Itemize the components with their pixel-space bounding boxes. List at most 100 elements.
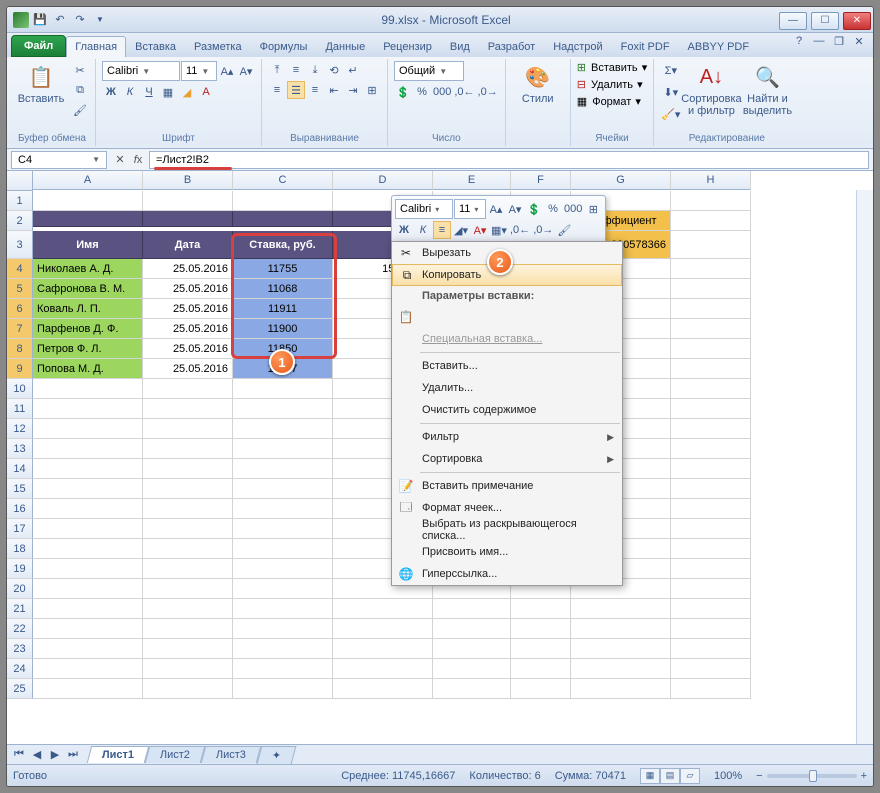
ctx-clear[interactable]: Очистить содержимое [392,399,622,421]
shrink-font-icon[interactable]: A▾ [237,62,255,80]
name-box[interactable]: C4▼ [11,151,107,169]
undo-icon[interactable]: ↶ [51,11,69,29]
fx-icon[interactable]: fx [129,151,147,169]
mdi-minimize[interactable]: — [811,35,827,48]
mini-comma-icon[interactable]: 000 [563,200,583,218]
fill-color-icon[interactable]: ◢ [178,83,196,101]
sheet-tab-3[interactable]: Лист3 [201,746,262,763]
merge-icon[interactable]: ⊞ [363,81,381,99]
ctx-delete[interactable]: Удалить... [392,377,622,399]
number-format-combo[interactable]: Общий▼ [394,61,464,81]
border-icon[interactable]: ▦ [159,83,177,101]
formula-input[interactable]: =Лист2!B2 [149,151,869,169]
align-bottom-icon[interactable]: ⤓ [306,61,324,79]
tab-layout[interactable]: Разметка [185,36,251,57]
orientation-icon[interactable]: ⟲ [325,61,343,79]
tab-foxit[interactable]: Foxit PDF [612,36,679,57]
sheet-tab-new[interactable]: ✦ [257,746,297,764]
format-painter-icon[interactable]: 🖌 [71,101,89,119]
tab-home[interactable]: Главная [66,36,126,57]
decrease-indent-icon[interactable]: ⇤ [325,81,343,99]
paste-button[interactable]: 📋 Вставить [15,61,67,107]
ctx-insert[interactable]: Вставить... [392,355,622,377]
tab-insert[interactable]: Вставка [126,36,185,57]
zoom-level[interactable]: 100% [714,770,742,782]
decrease-decimal-icon[interactable]: ,0→ [477,83,499,101]
ctx-dropdown[interactable]: Выбрать из раскрывающегося списка... [392,519,622,541]
underline-button[interactable]: Ч [140,83,158,101]
tab-nav-last[interactable]: ⏭ [65,748,81,761]
copy-icon[interactable]: ⧉ [71,81,89,99]
help-icon[interactable]: ? [791,35,807,48]
vertical-scrollbar[interactable] [856,190,873,744]
mini-size-combo[interactable]: 11▾ [454,199,486,219]
file-tab[interactable]: Файл [11,35,66,57]
styles-button[interactable]: 🎨 Стили [512,61,564,107]
tab-nav-first[interactable]: ⏮ [11,748,27,761]
mini-dec-inc-icon[interactable]: ,0← [509,221,531,239]
view-layout-icon[interactable]: ▤ [660,768,680,784]
mini-border-icon[interactable]: ▦▾ [490,221,508,239]
cancel-formula-icon[interactable]: ✕ [111,151,129,169]
mini-painter-icon[interactable]: 🖌 [555,221,573,239]
autosum-icon[interactable]: Σ▾ [660,61,681,79]
maximize-button[interactable]: ☐ [811,12,839,30]
clear-icon[interactable]: 🧹▾ [660,105,681,123]
mini-dec-dec-icon[interactable]: ,0→ [532,221,554,239]
align-left-icon[interactable]: ≡ [268,81,286,99]
sheet-tab-1[interactable]: Лист1 [87,746,150,763]
mini-percent-icon[interactable]: % [544,200,562,218]
currency-icon[interactable]: 💲 [394,83,412,101]
cut-icon[interactable]: ✂ [71,61,89,79]
ctx-filter[interactable]: Фильтр▶ [392,426,622,448]
align-top-icon[interactable]: ⤒ [268,61,286,79]
view-pagebreak-icon[interactable]: ▱ [680,768,700,784]
ctx-hyperlink[interactable]: 🌐Гиперссылка... [392,563,622,585]
redo-icon[interactable]: ↷ [71,11,89,29]
ctx-name[interactable]: Присвоить имя... [392,541,622,563]
ctx-comment[interactable]: 📝Вставить примечание [392,475,622,497]
mini-currency-icon[interactable]: 💲 [525,200,543,218]
tab-data[interactable]: Данные [316,36,374,57]
increase-decimal-icon[interactable]: ,0← [453,83,475,101]
bold-button[interactable]: Ж [102,83,120,101]
mini-center-icon[interactable]: ≡ [433,221,451,239]
view-normal-icon[interactable]: ▦ [640,768,660,784]
tab-formulas[interactable]: Формулы [251,36,317,57]
comma-icon[interactable]: 000 [432,83,452,101]
tab-addins[interactable]: Надстрой [544,36,611,57]
mdi-close[interactable]: ✕ [851,35,867,48]
mini-merge-icon[interactable]: ⊞ [584,200,602,218]
mdi-restore[interactable]: ❐ [831,35,847,48]
zoom-out-icon[interactable]: − [756,770,762,782]
font-name-combo[interactable]: Calibri▼ [102,61,180,81]
delete-cells-button[interactable]: ⊟ Удалить ▾ [577,78,648,91]
tab-nav-prev[interactable]: ◀ [29,748,45,761]
mini-shrink-icon[interactable]: A▾ [506,200,524,218]
mini-italic-button[interactable]: К [414,221,432,239]
mini-font-combo[interactable]: Calibri▾ [395,199,453,219]
ctx-sort[interactable]: Сортировка▶ [392,448,622,470]
align-right-icon[interactable]: ≡ [306,81,324,99]
qat-dropdown-icon[interactable]: ▼ [91,11,109,29]
mini-fontcolor-icon[interactable]: A▾ [471,221,489,239]
tab-view[interactable]: Вид [441,36,479,57]
mini-bold-button[interactable]: Ж [395,221,413,239]
wrap-text-icon[interactable]: ↵ [344,61,362,79]
worksheet[interactable]: ABCDEFGH12Коэффициент3ИмяДатаСтавка, руб… [7,171,873,744]
tab-developer[interactable]: Разработ [479,36,544,57]
minimize-button[interactable]: — [779,12,807,30]
close-button[interactable]: ✕ [843,12,871,30]
sort-filter-button[interactable]: A↓ Сортировка и фильтр [685,61,737,119]
mini-grow-icon[interactable]: A▴ [487,200,505,218]
tab-abbyy[interactable]: ABBYY PDF [679,36,759,57]
font-size-combo[interactable]: 11▼ [181,61,217,81]
insert-cells-button[interactable]: ⊞ Вставить ▾ [577,61,648,74]
format-cells-button[interactable]: ▦ Формат ▾ [577,95,648,108]
tab-review[interactable]: Рецензир [374,36,441,57]
grow-font-icon[interactable]: A▴ [218,62,236,80]
align-center-icon[interactable]: ☰ [287,81,305,99]
sheet-tab-2[interactable]: Лист2 [145,746,206,763]
save-icon[interactable]: 💾 [31,11,49,29]
percent-icon[interactable]: % [413,83,431,101]
